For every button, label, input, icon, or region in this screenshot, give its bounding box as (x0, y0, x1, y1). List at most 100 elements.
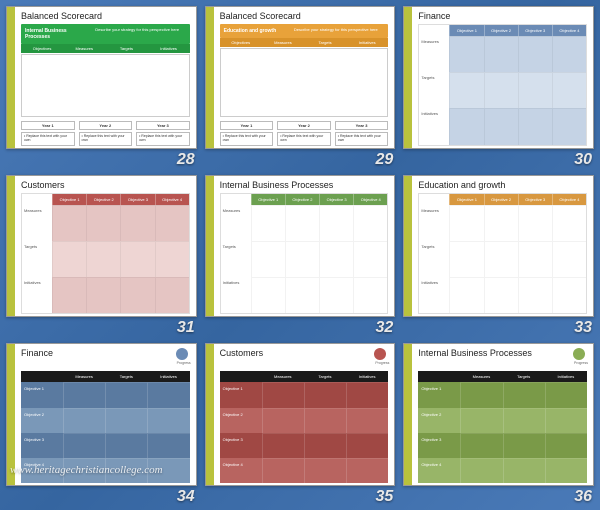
year-row: Year 1 Year 2 Year 3 (21, 121, 190, 130)
block-row: Objective 3 (21, 433, 190, 458)
row-label: Initiatives (221, 277, 251, 313)
table-row: Targets (419, 72, 586, 108)
cell (304, 458, 346, 483)
cell (105, 433, 147, 458)
slide-thumbnail-29[interactable]: Balanced Scorecard Education and growth … (205, 6, 396, 149)
block-row: Objective 1 (21, 382, 190, 407)
col: Initiatives (346, 371, 388, 382)
replace-row: • Replace this text with your own • Repl… (21, 132, 190, 146)
slide-body: Balanced Scorecard Education and growth … (214, 7, 395, 148)
block-row: Objective 4 (220, 458, 389, 483)
row-label: Measures (22, 205, 52, 241)
col: Objective 3 (518, 194, 552, 205)
dot-label: Progress (177, 361, 191, 365)
col: Measures (262, 371, 304, 382)
slide-number: 29 (376, 151, 394, 169)
row-label: Objective 1 (21, 382, 63, 407)
slide-body: Finance Progress Measures Targets Initia… (15, 344, 196, 485)
row-label: Targets (419, 241, 449, 277)
slide-thumbnail-33[interactable]: Education and growth Objective 1 Objecti… (403, 175, 594, 318)
black-header: Measures Targets Initiatives (220, 371, 389, 382)
cell (319, 241, 353, 277)
cell (460, 433, 502, 458)
slide-body: Balanced Scorecard Internal Business Pro… (15, 7, 196, 148)
objective-table: Objective 1 Objective 2 Objective 3 Obje… (418, 193, 587, 315)
content-area (220, 48, 389, 117)
cell (52, 241, 86, 277)
slide-thumbnail-34[interactable]: Finance Progress Measures Targets Initia… (6, 343, 197, 486)
slide-title: Internal Business Processes (220, 180, 389, 190)
black-header: Measures Targets Initiatives (418, 371, 587, 382)
slide-title: Finance (418, 11, 587, 21)
replace-box: • Replace this text with your own (220, 132, 274, 146)
slide-number: 35 (376, 488, 394, 506)
year-box: Year 3 (136, 121, 190, 130)
slide-title: Customers (220, 348, 389, 358)
slide-title: Customers (21, 180, 190, 190)
row-label: Objective 4 (21, 458, 63, 483)
perspective-banner: Education and growth Describe your strat… (220, 24, 389, 38)
row-label: Initiatives (419, 108, 449, 144)
block-row: Objective 2 (220, 408, 389, 433)
banner-left: Internal Business Processes (25, 28, 89, 40)
block-row: Objective 1 (220, 382, 389, 407)
table-row: Initiatives (419, 277, 586, 313)
cell (285, 205, 319, 241)
slide-thumbnail-31[interactable]: Customers Objective 1 Objective 2 Object… (6, 175, 197, 318)
cell (552, 36, 586, 72)
col: Measures (460, 371, 502, 382)
cell (545, 382, 587, 407)
spacer (21, 371, 63, 382)
cell (319, 205, 353, 241)
cell (484, 108, 518, 144)
cell (52, 205, 86, 241)
slide-thumbnail-30[interactable]: Finance Objective 1 Objective 2 Objectiv… (403, 6, 594, 149)
slide-thumbnail-35[interactable]: Customers Progress Measures Targets Init… (205, 343, 396, 486)
dot-label: Progress (375, 361, 389, 365)
row-label: Objective 4 (220, 458, 262, 483)
cell (155, 277, 189, 313)
progress-dot-icon (573, 348, 585, 360)
cell (518, 277, 552, 313)
table-head: Objective 1 Objective 2 Objective 3 Obje… (221, 194, 388, 205)
replace-box: • Replace this text with your own (277, 132, 331, 146)
cell (484, 72, 518, 108)
col: Objective 3 (518, 25, 552, 36)
slide-number: 34 (177, 488, 195, 506)
row-label: Measures (419, 205, 449, 241)
block-row: Objective 3 (418, 433, 587, 458)
cell (460, 408, 502, 433)
table-row: Initiatives (419, 108, 586, 144)
row-label: Targets (22, 241, 52, 277)
col: Objective 2 (285, 194, 319, 205)
row-label: Measures (221, 205, 251, 241)
slide-body: Internal Business Processes Objective 1 … (214, 176, 395, 317)
replace-box: • Replace this text with your own (21, 132, 75, 146)
block-row: Objective 4 (418, 458, 587, 483)
cell (251, 205, 285, 241)
cell (484, 205, 518, 241)
col: Objectives (220, 38, 262, 47)
cell (63, 408, 105, 433)
corner (221, 194, 251, 205)
col: Initiatives (148, 44, 190, 53)
slide-number: 30 (574, 151, 592, 169)
cell (262, 408, 304, 433)
banner-right: Describe your strategy for this perspect… (294, 28, 384, 34)
cell (545, 408, 587, 433)
slide-thumbnail-28[interactable]: Balanced Scorecard Internal Business Pro… (6, 6, 197, 149)
cell (285, 277, 319, 313)
cell (518, 241, 552, 277)
cell (552, 72, 586, 108)
slide-body: Education and growth Objective 1 Objecti… (412, 176, 593, 317)
cell (251, 241, 285, 277)
col: Measures (63, 371, 105, 382)
cell (120, 205, 154, 241)
cell (449, 277, 483, 313)
slide-cell-33: Education and growth Objective 1 Objecti… (403, 175, 594, 336)
slide-thumbnail-32[interactable]: Internal Business Processes Objective 1 … (205, 175, 396, 318)
slide-thumbnail-36[interactable]: Internal Business Processes Progress Mea… (403, 343, 594, 486)
slide-title: Balanced Scorecard (21, 11, 190, 21)
cell (545, 433, 587, 458)
cell (484, 36, 518, 72)
